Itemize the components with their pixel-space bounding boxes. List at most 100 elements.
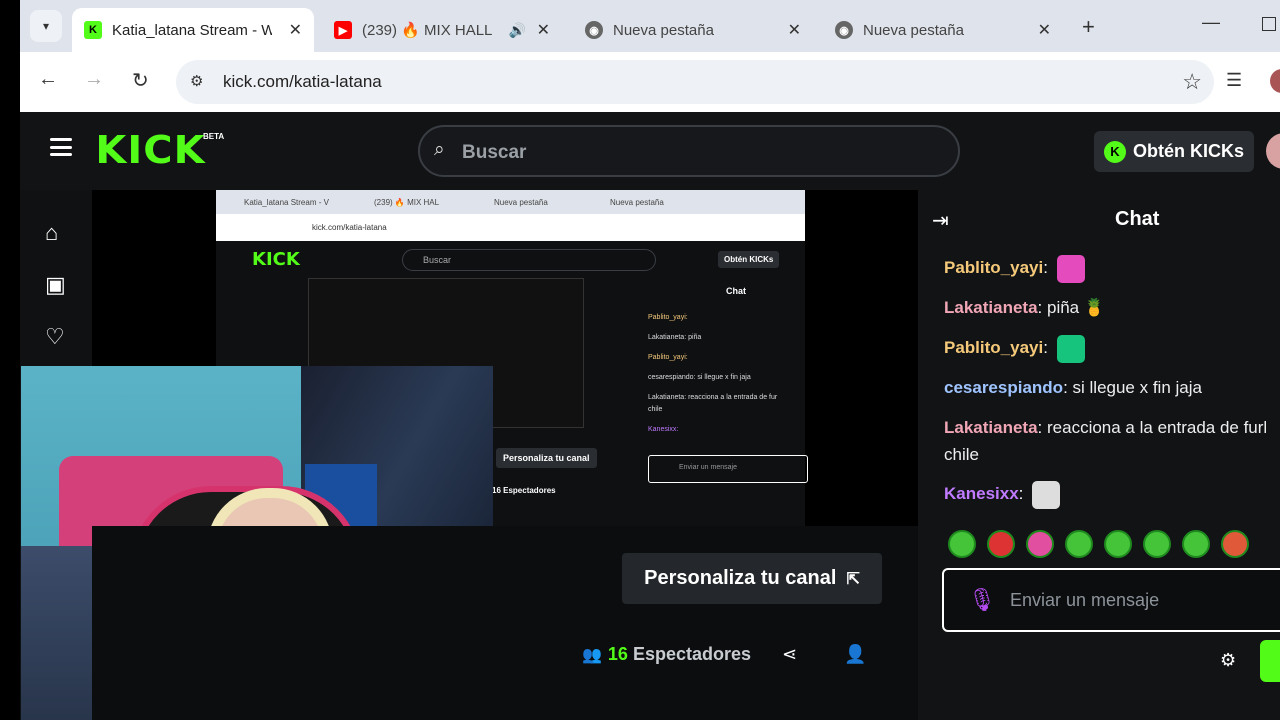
nested-tab-title: Katia_latana Stream - V — [244, 198, 329, 207]
chat-title: Chat — [1115, 208, 1160, 230]
emote-icon[interactable] — [1143, 530, 1171, 558]
search-placeholder: Buscar — [462, 142, 527, 163]
minimize-button[interactable]: — — [1202, 12, 1220, 33]
emote-bar — [948, 530, 1249, 558]
get-kicks-button[interactable]: K Obtén KICKs — [1094, 131, 1254, 172]
follow-user-icon[interactable]: 👤 — [844, 644, 866, 665]
tab-search-button[interactable]: ▾ — [30, 10, 62, 42]
chat-username[interactable]: Pablito_yayi — [944, 258, 1043, 277]
nested-tab-title: (239) 🔥 MIX HAL — [374, 198, 440, 207]
send-chat-button[interactable] — [1260, 640, 1280, 682]
emote-icon[interactable] — [948, 530, 976, 558]
emote-icon[interactable] — [1026, 530, 1054, 558]
kick-logo[interactable]: KICK — [95, 128, 205, 172]
nested-chat-input: Enviar un mensaje — [648, 455, 808, 483]
nested-viewers: 16 Espectadores — [492, 486, 556, 495]
youtube-favicon-icon: ▶ — [334, 21, 352, 39]
profile-avatar[interactable] — [1270, 69, 1280, 93]
browser-toolbar: ← → ↻ ⚙ kick.com/katia-latana ☆ ☰ — [20, 52, 1280, 112]
nested-search: Buscar — [402, 249, 656, 271]
emote-icon[interactable] — [1182, 530, 1210, 558]
kick-topbar: KICK BETA ⌕ Buscar K Obtén KICKs — [20, 112, 1280, 190]
emote-icon[interactable] — [1065, 530, 1093, 558]
close-icon[interactable]: ✕ — [788, 20, 801, 40]
collapse-chat-icon[interactable]: ⇥ — [932, 208, 949, 233]
chrome-favicon-icon: ◉ — [585, 21, 603, 39]
chat-text: si llegue x fin jaja — [1072, 378, 1202, 397]
tab-title: Nueva pestaña — [863, 21, 964, 39]
emote-icon[interactable] — [1221, 530, 1249, 558]
chat-username[interactable]: cesarespiando — [944, 378, 1063, 397]
home-icon[interactable]: ⌂ — [45, 220, 58, 246]
media-control-icon[interactable]: ☰ — [1226, 70, 1242, 91]
chat-username[interactable]: Kanesixx — [944, 484, 1019, 503]
nested-chat-msg: Lakatianeta: reacciona a la entrada de f… — [648, 394, 778, 401]
forward-arrow-icon[interactable]: → — [84, 68, 104, 91]
nested-url: kick.com/katia-latana — [312, 223, 387, 232]
search-icon: ⌕ — [434, 139, 445, 160]
nested-personaliza: Personaliza tu canal — [496, 448, 597, 468]
chat-settings-gear-icon[interactable]: ⚙ — [1220, 650, 1236, 671]
nested-tab-title: Nueva pestaña — [494, 198, 548, 207]
tab-new-2[interactable]: ◉ Nueva pestaña ✕ — [823, 8, 1063, 52]
site-settings-icon[interactable]: ⚙ — [190, 72, 203, 90]
back-arrow-icon[interactable]: ← — [38, 68, 58, 91]
chat-input-placeholder: Enviar un mensaje — [1010, 590, 1160, 610]
user-avatar[interactable] — [1266, 133, 1280, 169]
tab-title: Katia_latana Stream - W — [112, 21, 272, 39]
nested-tabbar: Katia_latana Stream - V (239) 🔥 MIX HAL … — [216, 190, 805, 214]
share-icon[interactable]: ⋖ — [782, 644, 797, 665]
tab-kick[interactable]: K Katia_latana Stream - W ✕ — [72, 8, 314, 52]
chat-username[interactable]: Lakatianeta — [944, 298, 1038, 317]
nested-chat-msg: Lakatianeta: piña — [648, 334, 702, 341]
beta-badge: BETA — [203, 132, 225, 141]
stream-info: Personaliza tu canal ⇱ 👥 16 Espectadores… — [92, 526, 918, 720]
nested-logo: KICK — [252, 249, 300, 270]
chat-input[interactable]: 🎙 Enviar un mensaje — [942, 568, 1280, 632]
equalizer-emote-icon — [1056, 334, 1085, 363]
chat-username[interactable]: Pablito_yayi — [944, 338, 1043, 357]
viewers-label: Espectadores — [632, 644, 752, 664]
hand-emote-icon — [1056, 254, 1085, 283]
customize-channel-button[interactable]: Personaliza tu canal ⇱ — [622, 553, 882, 604]
url-text[interactable]: kick.com/katia-latana — [223, 72, 382, 92]
browser-tabbar: ▾ K Katia_latana Stream - W ✕ ▶ (239) 🔥 … — [20, 0, 1280, 52]
viewer-count: 👥 16 Espectadores — [582, 644, 751, 665]
close-icon[interactable]: ✕ — [289, 20, 302, 40]
chat-message: Kanesixx: — [944, 480, 1280, 509]
tab-youtube[interactable]: ▶ (239) 🔥 MIX HALL 🔊 ✕ — [322, 8, 562, 52]
screen-edge — [0, 0, 20, 720]
reload-icon[interactable]: ↻ — [132, 68, 149, 93]
chat-panel: ⇥ Chat Pablito_yayi: Lakatianeta: piña 🍍… — [918, 190, 1280, 720]
kicks-label: Obtén KICKs — [1133, 141, 1245, 161]
chrome-favicon-icon: ◉ — [835, 21, 853, 39]
nested-chat-msg: cesarespiando: si llegue x fin jaja — [648, 374, 751, 381]
chat-username[interactable]: Lakatianeta — [944, 418, 1038, 437]
viewers-number: 16 — [607, 644, 628, 664]
nested-chat: Chat Pablito_yayi: Lakatianeta: piña Pab… — [636, 278, 805, 478]
nested-address-bar: kick.com/katia-latana — [216, 214, 805, 241]
address-bar[interactable]: ⚙ kick.com/katia-latana ☆ — [176, 60, 1214, 104]
emote-icon[interactable] — [1104, 530, 1132, 558]
emote-icon[interactable] — [987, 530, 1015, 558]
kick-page: KICK BETA ⌕ Buscar K Obtén KICKs ⌂ ▣ ♡ K… — [20, 112, 1280, 720]
bookmark-star-icon[interactable]: ☆ — [1182, 69, 1202, 95]
close-icon[interactable]: ✕ — [1038, 20, 1051, 40]
following-heart-icon[interactable]: ♡ — [45, 324, 65, 350]
kicks-coin-icon: K — [1104, 140, 1126, 163]
microphone-icon[interactable]: 🎙 — [968, 587, 996, 613]
close-icon[interactable]: ✕ — [537, 20, 550, 40]
nested-chat-msg: Pablito_yayi: — [648, 314, 688, 321]
tab-title: Nueva pestaña — [613, 21, 714, 39]
browse-icon[interactable]: ▣ — [45, 272, 66, 298]
chat-message: Lakatianeta: reacciona a la entrada de f… — [944, 418, 1268, 464]
maximize-button[interactable] — [1262, 17, 1276, 31]
new-tab-button[interactable]: + — [1082, 14, 1095, 40]
search-input[interactable]: ⌕ Buscar — [418, 125, 960, 177]
tab-new-1[interactable]: ◉ Nueva pestaña ✕ — [573, 8, 813, 52]
menu-icon[interactable] — [50, 138, 72, 156]
nested-chat-msg: Kanesixx: — [648, 426, 679, 433]
speaker-icon[interactable]: 🔊 — [509, 22, 526, 39]
chat-message: cesarespiando: si llegue x fin jaja — [944, 378, 1202, 397]
chat-text: piña 🍍 — [1047, 298, 1106, 317]
